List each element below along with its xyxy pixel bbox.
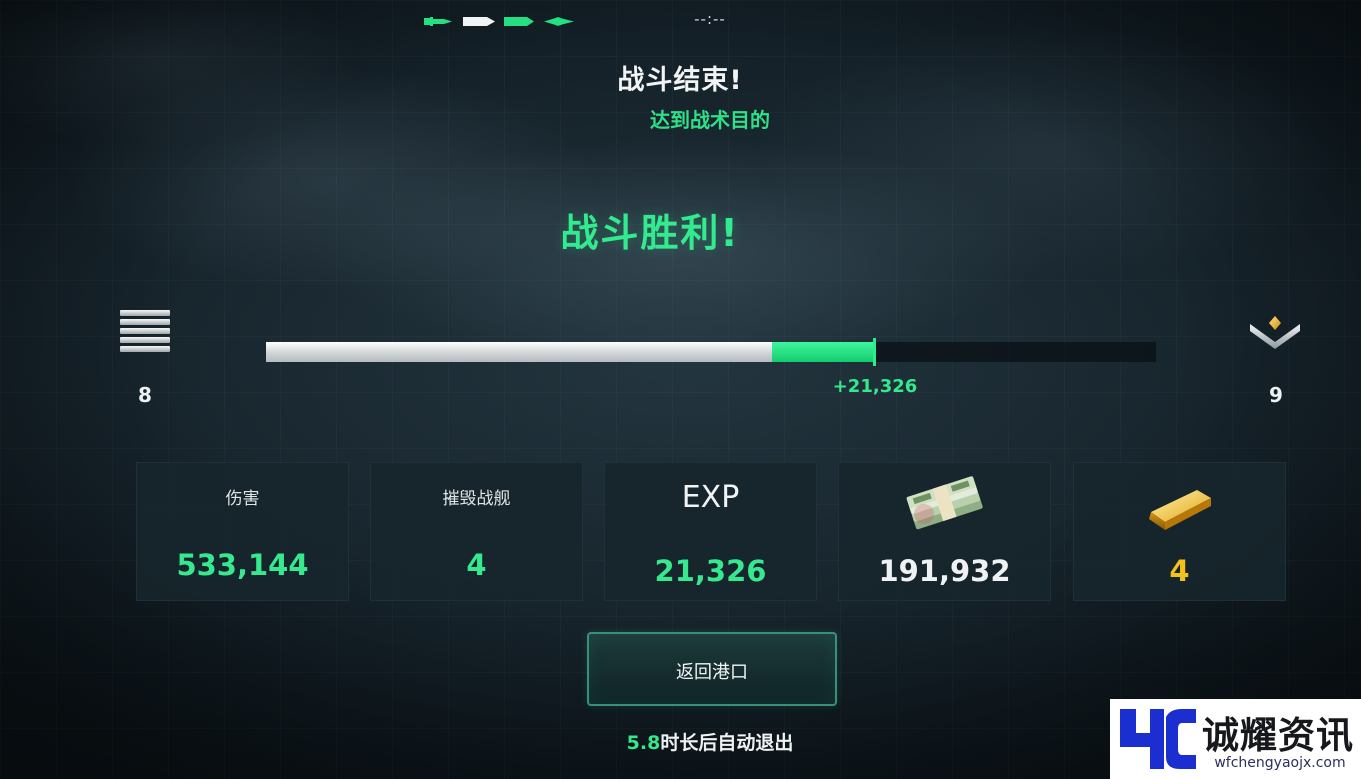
xp-progress-marker xyxy=(873,338,876,366)
ship-marker-icon xyxy=(504,17,534,26)
current-level: 8 xyxy=(138,383,152,407)
rank-stripes-icon xyxy=(120,310,172,354)
stat-card-credits: 191,932 xyxy=(838,462,1051,601)
next-level: 9 xyxy=(1269,383,1283,407)
return-to-port-button[interactable]: 返回港口 xyxy=(587,632,837,706)
victory-banner: 战斗胜利! xyxy=(560,211,740,255)
stat-value: 4 xyxy=(466,548,487,582)
auto-exit-countdown: 5.8时长后自动退出 xyxy=(560,728,860,755)
match-timer: --:-- xyxy=(694,10,726,28)
xp-progress-gain xyxy=(772,342,875,362)
xp-progress-bar xyxy=(266,338,1156,366)
xp-gain-label: +21,326 xyxy=(832,376,918,397)
stat-value: 191,932 xyxy=(878,554,1011,588)
site-watermark: 诚耀资讯 wfchengyaojx.com xyxy=(1110,699,1361,779)
page-title: 战斗结束! xyxy=(617,65,743,96)
auto-exit-text: 时长后自动退出 xyxy=(660,732,794,754)
auto-exit-seconds: 5.8 xyxy=(626,732,661,754)
stat-label: 摧毁战舰 xyxy=(442,489,511,509)
stat-card-exp: EXP 21,326 xyxy=(604,462,817,601)
stat-label: EXP xyxy=(681,480,740,515)
return-to-port-label: 返回港口 xyxy=(676,662,748,683)
stat-value: 533,144 xyxy=(176,548,309,582)
watermark-title: 诚耀资讯 xyxy=(1202,714,1354,757)
objective-subtitle: 达到战术目的 xyxy=(650,108,770,132)
stat-value: 4 xyxy=(1169,554,1190,588)
xp-progress-base xyxy=(266,342,772,362)
stat-card-ships-destroyed: 摧毁战舰 4 xyxy=(370,462,583,601)
ship-marker-icon xyxy=(463,17,495,26)
ship-marker-icon xyxy=(424,17,452,26)
watermark-url: wfchengyaojx.com xyxy=(1214,755,1346,771)
rank-chevron-icon xyxy=(1250,316,1300,349)
site-logo-icon xyxy=(1120,709,1196,769)
ship-marker-icon xyxy=(544,17,574,26)
stat-value: 21,326 xyxy=(654,554,767,588)
cash-stack-icon xyxy=(906,476,983,530)
stat-card-damage: 伤害 533,144 xyxy=(136,462,349,601)
stat-label: 伤害 xyxy=(225,489,260,509)
stat-card-gold: 4 xyxy=(1073,462,1286,601)
gold-bar-icon xyxy=(1149,490,1211,530)
